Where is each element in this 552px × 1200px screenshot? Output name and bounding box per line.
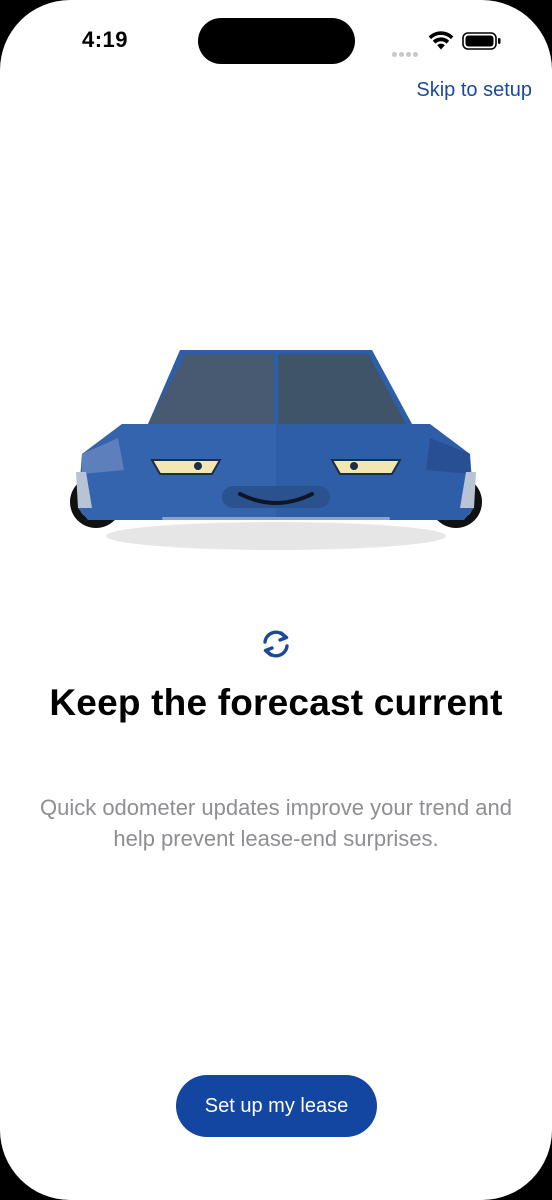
sync-icon (263, 630, 289, 658)
phone-screen: 4:19 Skip to setup Keep the forecast cur… (0, 0, 552, 1200)
status-time: 4:19 (82, 27, 129, 52)
battery-icon (462, 32, 501, 50)
dynamic-island (198, 18, 355, 64)
cellular-signal-icon (392, 44, 422, 57)
skip-to-setup-link[interactable]: Skip to setup (416, 79, 532, 102)
status-bar: 4:19 (0, 0, 552, 80)
smiling-car-icon (70, 350, 482, 550)
wifi-icon (428, 31, 454, 50)
onboarding-subtitle: Quick odometer updates improve your tren… (39, 795, 513, 851)
set-up-lease-button[interactable]: Set up my lease (176, 1075, 377, 1137)
onboarding-title: Keep the forecast current (49, 682, 503, 723)
